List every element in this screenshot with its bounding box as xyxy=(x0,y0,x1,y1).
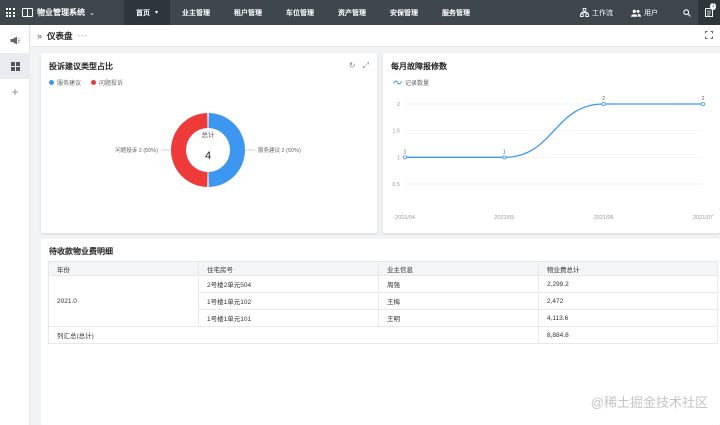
monthly-fault-card: 每月故障报修数 记录数量 0.5 1 1.5 2 2021/04 2021/05 2021/… xyxy=(383,53,720,233)
table-cell: 1号楼1单元101 xyxy=(198,309,379,327)
x-tick-label: 2021/06 xyxy=(594,215,614,221)
page-header: » 仪表盘 ··· xyxy=(31,25,720,47)
table-cell: 1号楼1单元102 xyxy=(198,292,379,310)
search-icon xyxy=(683,8,691,17)
double-chevron-right-icon[interactable]: » xyxy=(37,31,42,41)
complaint-type-card: 投诉建议类型占比 ↻ ⤢ 服务建议 问题投诉 总计 4 问题投诉 2 (50%)… xyxy=(41,53,377,233)
table-cell: 4,113.6 xyxy=(538,309,718,327)
slice-label-right: 服务建议 2 (50%) xyxy=(258,146,301,154)
table-cell: 2,472 xyxy=(538,292,718,310)
book-icon xyxy=(22,8,33,17)
table-cell: 2号楼2单元504 xyxy=(198,275,379,293)
data-point[interactable] xyxy=(502,155,507,160)
data-point[interactable] xyxy=(402,155,407,160)
data-point[interactable] xyxy=(700,102,705,107)
table-title: 待收款物业费明细 xyxy=(49,247,113,256)
total-label: 列汇总(总计) xyxy=(48,326,539,344)
app-grid-icon[interactable] xyxy=(0,0,20,25)
x-tick-label: 2021/05 xyxy=(494,215,514,221)
data-label: 2 xyxy=(701,96,704,102)
watermark-text: @稀土掘金技术社区 xyxy=(590,395,708,410)
nav-owner-management[interactable]: 业主管理 xyxy=(170,0,222,25)
app-brand[interactable]: 物业管理系统 ⌄ xyxy=(22,7,124,18)
notification-badge: 1 xyxy=(710,3,716,10)
nav-label: 服务管理 xyxy=(442,9,471,17)
donut-center-value: 4 xyxy=(205,150,211,162)
nav-label: 车位管理 xyxy=(286,9,315,17)
column-header[interactable]: 业主信息 xyxy=(378,261,539,276)
pie-slice-service-suggestion[interactable] xyxy=(208,113,246,187)
slice-label-left: 问题投诉 2 (50%) xyxy=(115,146,158,154)
table-cell: 王梅 xyxy=(378,292,539,310)
donut-center-label: 总计 xyxy=(202,130,216,139)
main-nav: 首页 ▾ 业主管理 租户管理 车位管理 资产管理 安保管理 服务管理 xyxy=(124,0,482,25)
nav-service-management[interactable]: 服务管理 xyxy=(430,0,482,25)
nav-label: 安保管理 xyxy=(390,9,419,17)
data-point[interactable] xyxy=(601,102,606,107)
nav-label: 租户管理 xyxy=(234,9,263,17)
left-sidebar: + xyxy=(0,25,30,425)
column-header[interactable]: 物业费总计 xyxy=(538,261,718,276)
page-title: 仪表盘 xyxy=(47,30,73,41)
user-button[interactable]: 用户 xyxy=(631,8,658,18)
table-cell: 王明 xyxy=(378,309,539,327)
receivable-table: 年份 住宅房号 业主信息 物业费总计 2021.0 2号楼2单元504 周强 2… xyxy=(48,261,718,344)
search-button[interactable] xyxy=(676,0,698,25)
top-navbar: 物业管理系统 ⌄ 首页 ▾ 业主管理 租户管理 车位管理 资产管理 安保管理 服… xyxy=(0,0,720,25)
workflow-label: 工作流 xyxy=(592,9,613,17)
data-label: 2 xyxy=(602,96,605,102)
nav-home-label: 首页 xyxy=(136,9,150,17)
y-tick-label: 2 xyxy=(397,102,400,108)
chevron-down-icon: ▾ xyxy=(155,10,159,16)
nav-label: 业主管理 xyxy=(182,9,211,17)
plus-icon: + xyxy=(11,85,19,99)
nav-label: 资产管理 xyxy=(338,9,367,17)
table-cell: 周强 xyxy=(378,275,539,293)
x-tick-label: 2021/04 xyxy=(395,215,415,221)
column-header[interactable]: 住宅房号 xyxy=(198,261,379,276)
nav-tenant-management[interactable]: 租户管理 xyxy=(222,0,274,25)
megaphone-icon xyxy=(10,36,20,44)
layout-button[interactable] xyxy=(0,53,30,79)
more-options-button[interactable]: ··· xyxy=(78,31,88,40)
nav-home[interactable]: 首页 ▾ xyxy=(124,0,171,25)
pie-slice-problem-complaint[interactable] xyxy=(170,113,208,187)
user-label: 用户 xyxy=(644,9,658,17)
nav-parking-management[interactable]: 车位管理 xyxy=(274,0,326,25)
app-title: 物业管理系统 xyxy=(37,8,85,17)
table-row[interactable]: 2021.0 2号楼2单元504 周强 2,299.2 xyxy=(48,275,718,327)
nav-security-management[interactable]: 安保管理 xyxy=(378,0,430,25)
add-button[interactable]: + xyxy=(0,79,30,105)
workflow-icon xyxy=(580,8,589,17)
table-footer-row: 列汇总(总计) 8,884.8 xyxy=(48,326,718,344)
y-tick-label: 0.5 xyxy=(392,182,400,188)
x-tick-label: 2021/07 xyxy=(693,215,713,221)
chevron-down-icon: ⌄ xyxy=(89,9,95,17)
column-header[interactable]: 年份 xyxy=(48,261,199,276)
workflow-button[interactable]: 工作流 xyxy=(580,8,613,18)
megaphone-button[interactable] xyxy=(0,27,30,53)
layout-icon xyxy=(10,61,20,71)
data-label: 1 xyxy=(403,149,406,155)
donut-chart: 总计 4 问题投诉 2 (50%) 服务建议 2 (50%) xyxy=(115,113,301,187)
data-label: 1 xyxy=(503,149,506,155)
year-cell: 2021.0 xyxy=(48,275,199,327)
line-chart: 0.511.522021/04 2021/05 2021/06 2021/071 12 2 xyxy=(392,96,713,221)
table-cell: 2,299.2 xyxy=(538,275,718,293)
table-header-row: 年份 住宅房号 业主信息 物业费总计 xyxy=(48,261,718,276)
y-tick-label: 1.5 xyxy=(392,129,400,135)
users-icon xyxy=(631,9,641,17)
fullscreen-icon[interactable] xyxy=(705,31,713,39)
y-tick-label: 1 xyxy=(397,155,400,161)
total-value: 8,884.8 xyxy=(538,326,718,344)
notification-button[interactable]: 1 xyxy=(698,0,720,25)
nav-asset-management[interactable]: 资产管理 xyxy=(326,0,378,25)
